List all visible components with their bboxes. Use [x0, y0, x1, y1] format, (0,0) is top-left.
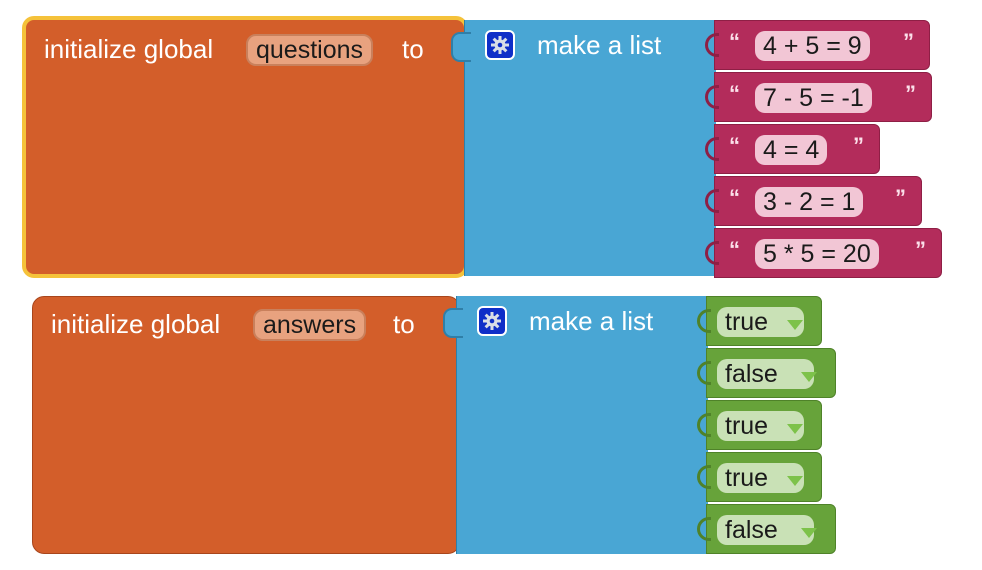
text-item-block[interactable]: “ 5 * 5 = 20 ” — [705, 228, 942, 278]
text-item-block[interactable]: “ 4 = 4 ” — [705, 124, 880, 174]
text-item-block[interactable]: “ 3 - 2 = 1 ” — [705, 176, 922, 226]
initialize-global-keyword: initialize global — [51, 309, 221, 339]
output-connector — [443, 308, 463, 338]
to-keyword: to — [402, 34, 424, 64]
chevron-down-icon[interactable] — [801, 372, 817, 382]
chevron-down-icon[interactable] — [787, 476, 803, 486]
text-item-value[interactable]: 7 - 5 = -1 — [755, 83, 872, 113]
initialize-global-answers-block[interactable]: initialize global answers to — [32, 296, 460, 554]
make-a-list-block[interactable]: make a list — [451, 20, 716, 276]
variable-name-field[interactable]: questions — [246, 34, 374, 66]
open-quote: “ — [729, 185, 740, 210]
close-quote: ” — [905, 81, 916, 106]
text-item-value[interactable]: 4 + 5 = 9 — [755, 31, 870, 61]
boolean-dropdown[interactable]: false — [717, 359, 814, 389]
make-a-list-label: make a list — [529, 306, 654, 336]
close-quote: ” — [853, 133, 864, 158]
boolean-item-block[interactable]: true — [697, 400, 822, 450]
open-quote: “ — [729, 237, 740, 262]
initialize-global-questions-block[interactable]: initialize global questions to — [22, 16, 468, 278]
gear-icon[interactable] — [485, 30, 515, 60]
make-a-list-block[interactable]: make a list — [443, 296, 708, 554]
make-a-list-label: make a list — [537, 30, 662, 60]
text-item-block[interactable]: “ 4 + 5 = 9 ” — [705, 20, 930, 70]
open-quote: “ — [729, 81, 740, 106]
initialize-global-keyword: initialize global — [44, 34, 214, 64]
to-keyword: to — [393, 309, 415, 339]
gear-icon[interactable] — [477, 306, 507, 336]
text-item-value[interactable]: 3 - 2 = 1 — [755, 187, 864, 217]
text-item-value[interactable]: 5 * 5 = 20 — [755, 239, 879, 269]
variable-name-field[interactable]: answers — [253, 309, 367, 341]
close-quote: ” — [915, 237, 926, 262]
text-item-value[interactable]: 4 = 4 — [755, 135, 828, 165]
open-quote: “ — [729, 133, 740, 158]
close-quote: ” — [895, 185, 906, 210]
chevron-down-icon[interactable] — [787, 424, 803, 434]
close-quote: ” — [903, 29, 914, 54]
open-quote: “ — [729, 29, 740, 54]
boolean-item-block[interactable]: true — [697, 452, 822, 502]
output-connector — [451, 32, 471, 62]
chevron-down-icon[interactable] — [801, 528, 817, 538]
boolean-item-block[interactable]: false — [697, 504, 836, 554]
chevron-down-icon[interactable] — [787, 320, 803, 330]
text-item-block[interactable]: “ 7 - 5 = -1 ” — [705, 72, 932, 122]
boolean-item-block[interactable]: true — [697, 296, 822, 346]
boolean-dropdown[interactable]: false — [717, 515, 814, 545]
boolean-item-block[interactable]: false — [697, 348, 836, 398]
